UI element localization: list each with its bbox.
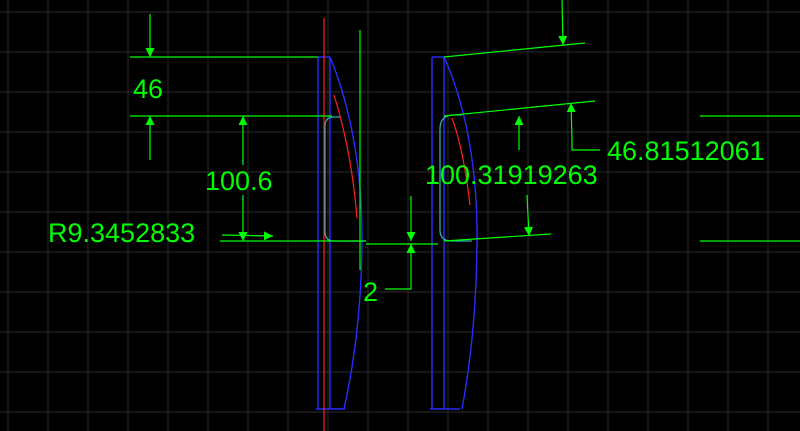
dim-gap: 2 xyxy=(363,277,378,307)
dim-right-height: 100.31919263 xyxy=(425,160,598,190)
background-grid xyxy=(0,0,800,431)
dim-left-height: 100.6 xyxy=(205,166,273,196)
dimension-labels: 46 100.6 R9.3452833 2 100.31919263 46.81… xyxy=(48,74,765,307)
dim-top-height: 46 xyxy=(133,74,163,104)
cad-drawing-canvas[interactable]: 46 100.6 R9.3452833 2 100.31919263 46.81… xyxy=(0,0,800,431)
dim-right-top-height: 46.81512061 xyxy=(607,136,765,166)
right-part-profile xyxy=(430,56,478,410)
dim-fillet-radius: R9.3452833 xyxy=(48,218,195,248)
